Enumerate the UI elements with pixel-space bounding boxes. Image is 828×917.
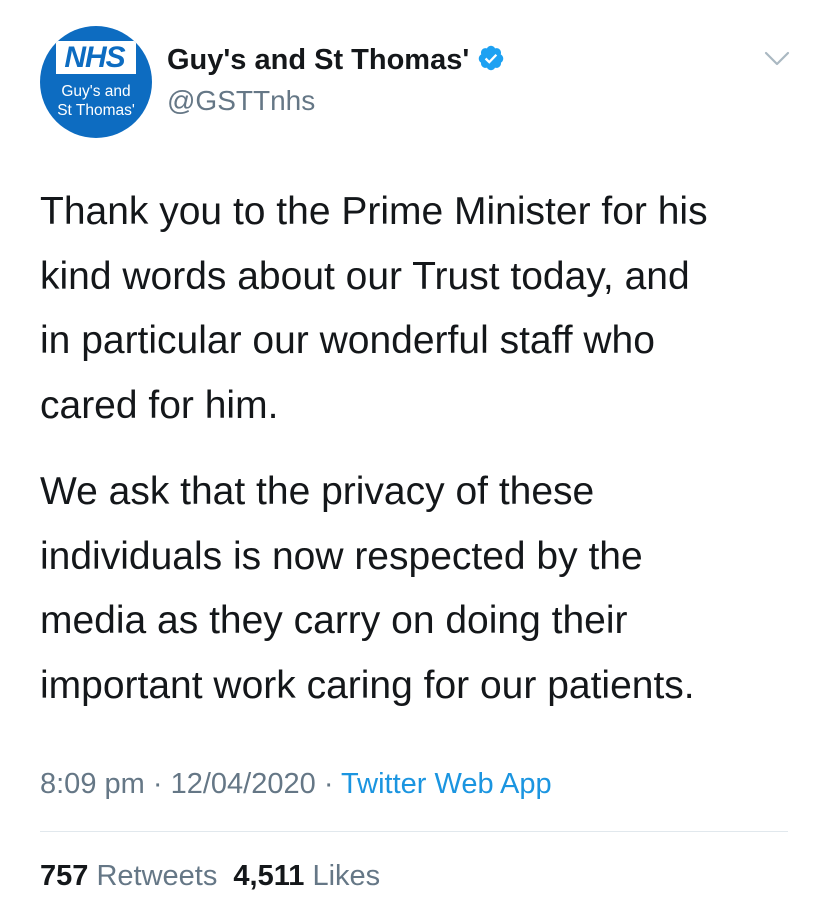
avatar[interactable]: NHS Guy's and St Thomas': [40, 26, 152, 138]
tweet-paragraph-2: We ask that the privacy of these individ…: [40, 460, 800, 718]
likes-count: 4,511: [233, 860, 305, 892]
tweet-line: important work caring for our patients.: [40, 663, 695, 707]
avatar-org-line1: Guy's and: [61, 83, 131, 100]
divider: [40, 831, 788, 832]
tweet-source-link[interactable]: Twitter Web App: [341, 768, 552, 800]
tweet-paragraph-1: Thank you to the Prime Minister for his …: [40, 180, 800, 438]
likes-stat[interactable]: 4,511 Likes: [233, 860, 380, 892]
account-handle[interactable]: @GSTTnhs: [167, 84, 315, 118]
tweet-line: media as they carry on doing their: [40, 599, 628, 642]
meta-separator: ·: [323, 768, 334, 800]
avatar-org-line2: St Thomas': [57, 102, 135, 119]
verified-badge-icon: [478, 46, 504, 71]
tweet-line: Thank you to the Prime Minister for his: [40, 190, 708, 233]
tweet-line: cared for him.: [40, 383, 279, 427]
retweets-count: 757: [40, 860, 89, 892]
chevron-down-icon[interactable]: [764, 50, 790, 68]
tweet-stats: 757 Retweets 4,511 Likes: [40, 856, 380, 896]
tweet-time[interactable]: 8:09 pm: [40, 768, 145, 800]
tweet-line: in particular our wonderful staff who: [40, 319, 655, 362]
display-name[interactable]: Guy's and St Thomas': [167, 42, 505, 78]
tweet-line: individuals is now respected by the: [40, 534, 643, 578]
tweet-detail: NHS Guy's and St Thomas' Guy's and St Th…: [0, 0, 828, 917]
tweet-meta: 8:09 pm · 12/04/2020 · Twitter Web App: [40, 764, 552, 804]
meta-separator: ·: [152, 768, 163, 800]
retweets-label: Retweets: [96, 860, 218, 892]
tweet-line: kind words about our Trust today, and: [40, 254, 690, 298]
nhs-logo: NHS: [56, 41, 136, 74]
display-name-text: Guy's and St Thomas': [167, 44, 470, 76]
likes-label: Likes: [312, 860, 381, 892]
tweet-date[interactable]: 12/04/2020: [171, 768, 316, 800]
retweets-stat[interactable]: 757 Retweets: [40, 860, 217, 892]
tweet-line: We ask that the privacy of these: [40, 470, 595, 513]
avatar-org-name: Guy's and St Thomas': [40, 82, 152, 120]
